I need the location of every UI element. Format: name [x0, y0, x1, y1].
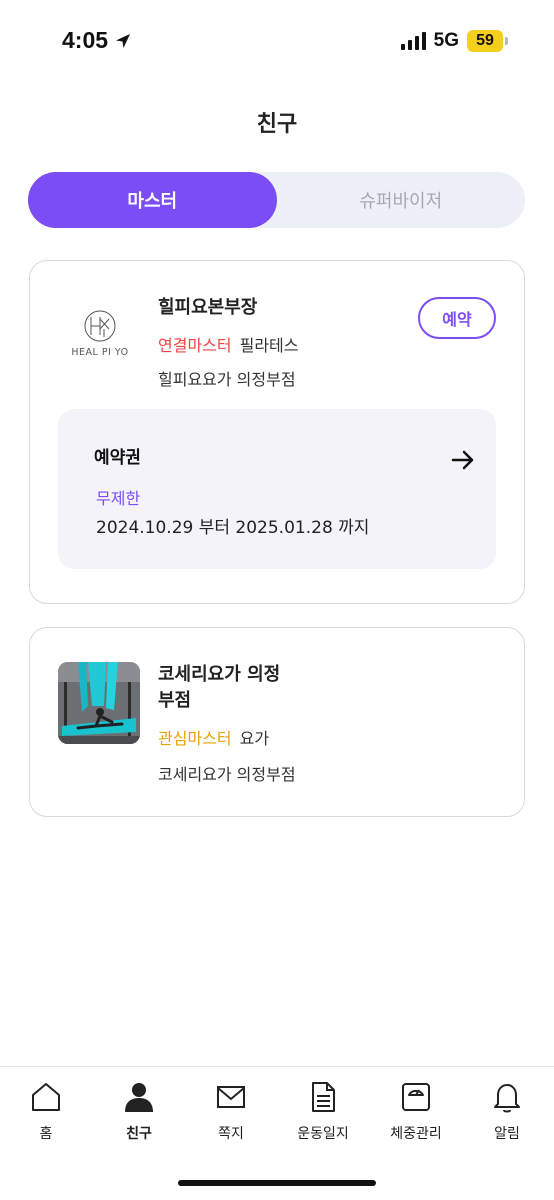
bell-icon [494, 1084, 520, 1113]
nav-notifications[interactable]: 알림 [467, 1081, 547, 1143]
location-arrow-icon [116, 33, 131, 48]
nav-friends[interactable]: 친구 [99, 1081, 179, 1143]
scale-icon [402, 1083, 430, 1111]
aerial-yoga-photo [58, 662, 140, 744]
battery-icon: 59 [467, 30, 508, 52]
connected-master-tag: 연결마스터 [158, 336, 232, 355]
mail-icon [217, 1086, 245, 1108]
master-name: 코세리요가 의정 부점 [158, 662, 280, 714]
battery-level: 59 [467, 30, 503, 52]
reserve-button[interactable]: 예약 [418, 297, 496, 339]
status-time-text: 4:05 [62, 27, 109, 53]
network-type: 5G [433, 30, 459, 51]
master-name-line1: 코세리요가 의정 [158, 664, 281, 685]
nav-notifications-label: 알림 [494, 1126, 520, 1142]
master-tagline: 연결마스터 필라테스 [158, 332, 299, 356]
signal-icon [400, 32, 426, 50]
master-tagline: 관심마스터 요가 [158, 725, 269, 749]
nav-messages-label: 쪽지 [218, 1126, 244, 1142]
nav-messages[interactable]: 쪽지 [191, 1081, 271, 1143]
arrow-right-icon[interactable] [450, 447, 476, 473]
nav-home-label: 홈 [39, 1126, 53, 1142]
nav-weight-label: 체중관리 [390, 1126, 442, 1142]
tab-supervisor[interactable]: 슈퍼바이저 [277, 172, 526, 228]
nav-workout-log-label: 운동일지 [297, 1126, 349, 1142]
master-name: 힐피요본부장 [158, 297, 258, 318]
reservation-pass[interactable]: 예약권 무제한 2024.10.29 부터 2025.01.28 까지 [58, 409, 496, 569]
interest-master-tag: 관심마스터 [158, 729, 232, 748]
nav-workout-log[interactable]: 운동일지 [283, 1081, 363, 1143]
studio-thumbnail [58, 662, 140, 744]
status-indicators: 5G 59 [400, 30, 508, 52]
status-time: 4:05 [62, 27, 132, 54]
friend-card[interactable]: 코세리요가 의정 부점 관심마스터 요가 코세리요가 의정부점 [29, 627, 525, 817]
pass-type: 무제한 [96, 489, 141, 508]
nav-friends-label: 친구 [126, 1126, 152, 1142]
page-title: 친구 [256, 112, 298, 137]
studio-location: 힐피요요가 의정부점 [158, 370, 296, 389]
segmented-tabs: 마스터 슈퍼바이저 [28, 172, 525, 228]
tab-master[interactable]: 마스터 [28, 172, 277, 228]
status-bar: 4:05 5G 59 [0, 0, 554, 84]
document-icon [312, 1082, 335, 1112]
home-icon [32, 1083, 60, 1111]
pass-period: 2024.10.29 부터 2025.01.28 까지 [96, 518, 370, 538]
logo-text: HEAL PI YO [71, 347, 129, 358]
home-indicator [178, 1180, 376, 1186]
friend-card[interactable]: HEAL PI YO 힐피요본부장 연결마스터 필라테스 힐피요요가 의정부점 … [29, 260, 525, 604]
pass-title: 예약권 [94, 448, 141, 468]
person-icon [125, 1083, 153, 1112]
category-label: 필라테스 [239, 336, 299, 355]
studio-location: 코세리요가 의정부점 [158, 765, 296, 784]
brand-mark-icon [84, 310, 116, 342]
nav-weight[interactable]: 체중관리 [376, 1081, 456, 1143]
master-name-line2: 부점 [158, 690, 192, 711]
category-label: 요가 [239, 729, 270, 748]
nav-home[interactable]: 홈 [6, 1081, 86, 1143]
heal-pi-yo-logo: HEAL PI YO [60, 307, 140, 367]
